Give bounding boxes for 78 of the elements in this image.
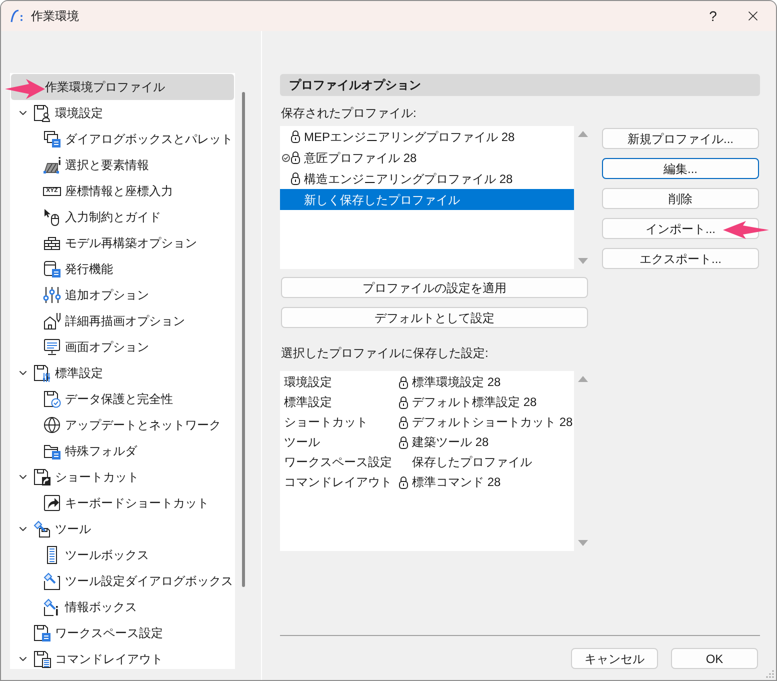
windows-icon (43, 130, 61, 148)
profile-action-button[interactable]: 新規プロファイル... (602, 128, 759, 149)
dialog-button[interactable]: キャンセル (571, 648, 658, 669)
tree-item[interactable]: 標準設定 (17, 360, 103, 386)
tree-item[interactable]: ツール設定ダイアログボックス (43, 568, 233, 594)
tree-item[interactable]: ツール (17, 516, 91, 542)
tree-item[interactable]: ショートカット (17, 464, 139, 490)
setting-category: ワークスペース設定 (284, 454, 392, 471)
scroll-down-icon[interactable] (578, 258, 588, 264)
setting-category: コマンドレイアウト (284, 474, 392, 491)
scroll-up-icon[interactable] (578, 376, 588, 382)
profile-apply-button[interactable]: プロファイルの設定を適用 (281, 277, 588, 298)
house-pen-icon (43, 312, 61, 330)
setting-profile: 標準環境設定 28 (412, 374, 501, 391)
profile-action-button[interactable]: エクスポート... (602, 248, 759, 269)
tree-item[interactable]: モデル再構築オプション (43, 230, 197, 256)
brick-wall-icon (43, 234, 61, 252)
floppy-disk-person-icon (33, 104, 51, 122)
scrollbar[interactable] (242, 92, 245, 587)
setting-category: ショートカット (284, 414, 368, 431)
sliders-icon (43, 286, 61, 304)
setting-profile: デフォルトショートカット 28 (412, 414, 573, 431)
profile-list-item[interactable]: 意匠プロファイル 28 (282, 147, 417, 168)
setting-profile: 建築ツール 28 (412, 434, 489, 451)
tree-item[interactable]: 入力制約とガイド (43, 204, 161, 230)
tree-item[interactable]: データ保護と完全性 (43, 386, 173, 412)
tree-item[interactable]: 情報ボックス (43, 594, 137, 620)
profile-list-item[interactable]: 構造エンジニアリングプロファイル 28 (282, 168, 513, 189)
callout-arrow-icon (723, 221, 769, 239)
profile-action-button[interactable]: 編集... (602, 158, 759, 179)
hammer-frame-icon (43, 572, 61, 590)
tree-item[interactable]: ツールボックス (43, 542, 149, 568)
tree-item[interactable]: キーボードショートカット (43, 490, 209, 516)
hatched-area-info-icon (43, 156, 61, 174)
tree-item[interactable]: ダイアログボックスとパレット (43, 126, 233, 152)
document-list-icon (43, 260, 61, 278)
tree-item[interactable]: ワークスペース設定 (33, 620, 163, 646)
callout-arrow-icon (5, 79, 45, 99)
profile-action-button[interactable]: 削除 (602, 188, 759, 209)
setting-category: 環境設定 (284, 374, 332, 391)
tree-item[interactable]: コマンドレイアウト (17, 646, 163, 669)
floppy-disk-check-icon (43, 390, 61, 408)
profile-list-item[interactable]: 新しく保存したプロファイル (280, 189, 574, 210)
profile-apply-button[interactable]: デフォルトとして設定 (281, 307, 588, 328)
setting-profile: デフォルト標準設定 28 (412, 394, 537, 411)
setting-category: ツール (284, 434, 320, 451)
tree-item[interactable]: 発行機能 (43, 256, 113, 282)
globe-icon (43, 416, 61, 434)
cursor-mouse-icon (43, 208, 61, 226)
scroll-up-icon[interactable] (578, 131, 588, 137)
hammer-info-icon (43, 598, 61, 616)
tree-item[interactable]: 追加オプション (43, 282, 149, 308)
profile-list-item[interactable]: MEPエンジニアリングプロファイル 28 (282, 126, 515, 147)
saved-settings-label: 選択したプロファイルに保存した設定: (280, 346, 488, 360)
profile-action-button[interactable]: インポート... (602, 218, 759, 239)
tree-item[interactable]: 環境設定 (17, 100, 103, 126)
resize-grip-icon[interactable] (766, 670, 774, 678)
floppy-disk-list-icon (33, 624, 51, 642)
scroll-down-icon[interactable] (578, 540, 588, 546)
tree-item[interactable]: 作業環境プロファイル (11, 74, 234, 100)
dialog-button[interactable]: OK (671, 648, 758, 669)
monitor-icon (43, 338, 61, 356)
tree-item[interactable]: 詳細再描画オプション (43, 308, 185, 334)
section-header: プロファイルオプション (280, 74, 760, 96)
floppy-disk-sliders-icon (33, 364, 51, 382)
setting-category: 標準設定 (284, 394, 332, 411)
window-title: 作業環境 (31, 8, 79, 25)
help-button[interactable]: ? (696, 1, 730, 31)
hammer-floppy-disk-icon (33, 520, 51, 538)
setting-profile: 標準コマンド 28 (412, 474, 501, 491)
arc-logo-icon (10, 9, 24, 23)
setting-profile: 保存したプロファイル (412, 454, 532, 471)
tree-item[interactable]: 選択と要素情報 (43, 152, 149, 178)
tree-item[interactable]: 画面オプション (43, 334, 149, 360)
folder-list-icon (43, 442, 61, 460)
tree-item[interactable]: 特殊フォルダ (43, 438, 137, 464)
tree-item[interactable]: アップデートとネットワーク (43, 412, 221, 438)
saved-profiles-label: 保存されたプロファイル: (280, 106, 416, 120)
